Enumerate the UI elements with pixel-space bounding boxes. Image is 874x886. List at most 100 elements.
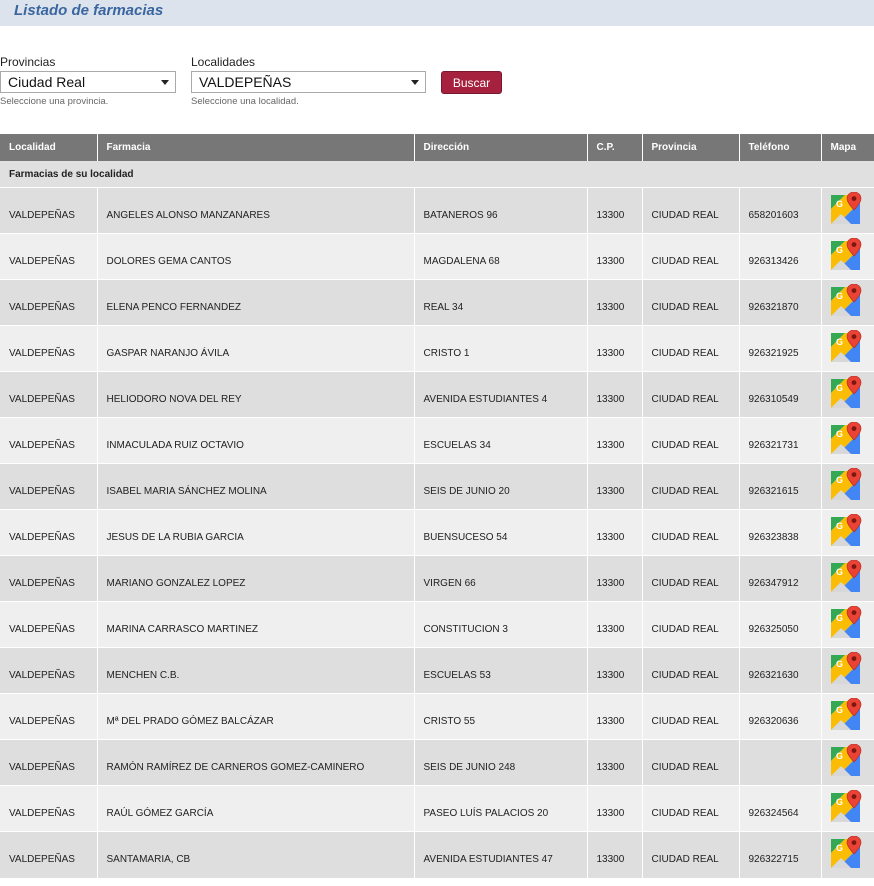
cell-cp: 13300: [586, 187, 642, 234]
cell-localidad: VALDEPEÑAS: [0, 739, 97, 786]
provincias-filter: Provincias Ciudad Real Seleccione una pr…: [0, 55, 176, 107]
cell-provincia: CIUDAD REAL: [641, 555, 739, 602]
table-row: VALDEPEÑAS MARIANO GONZALEZ LOPEZ VIRGEN…: [0, 555, 874, 602]
cell-direccion: VIRGEN 66: [413, 555, 587, 602]
google-maps-icon[interactable]: G: [830, 284, 863, 316]
cell-cp: 13300: [586, 693, 642, 740]
header-provincia: Provincia: [641, 134, 739, 161]
cell-provincia: CIUDAD REAL: [641, 785, 739, 832]
cell-localidad: VALDEPEÑAS: [0, 555, 97, 602]
cell-mapa: G: [820, 233, 874, 280]
google-maps-icon[interactable]: G: [830, 698, 863, 730]
cell-cp: 13300: [586, 371, 642, 418]
table-row: VALDEPEÑAS MARINA CARRASCO MARTINEZ CONS…: [0, 601, 874, 648]
cell-localidad: VALDEPEÑAS: [0, 371, 97, 418]
page-title: Listado de farmacias: [14, 2, 164, 19]
search-button[interactable]: Buscar: [441, 71, 502, 94]
header-direccion: Dirección: [413, 134, 587, 161]
google-maps-icon[interactable]: G: [830, 192, 863, 224]
cell-farmacia: INMACULADA RUIZ OCTAVIO: [96, 417, 414, 464]
table-row: VALDEPEÑAS SANTAMARIA, CB AVENIDA ESTUDI…: [0, 831, 874, 878]
svg-text:G: G: [836, 291, 843, 301]
header-telefono: Teléfono: [738, 134, 821, 161]
cell-cp: 13300: [586, 785, 642, 832]
cell-direccion: MAGDALENA 68: [413, 233, 587, 280]
google-maps-icon[interactable]: G: [830, 652, 863, 684]
cell-telefono: 926310549: [738, 371, 821, 418]
cell-localidad: VALDEPEÑAS: [0, 509, 97, 556]
cell-farmacia: MENCHEN C.B.: [96, 647, 414, 694]
provincias-selected-value: Ciudad Real: [8, 74, 86, 90]
google-maps-icon[interactable]: G: [830, 790, 863, 822]
cell-telefono: 926313426: [738, 233, 821, 280]
provincias-hint: Seleccione una provincia.: [0, 96, 109, 107]
cell-telefono: 926321925: [738, 325, 821, 372]
cell-mapa: G: [820, 279, 874, 326]
svg-text:G: G: [836, 613, 843, 623]
cell-mapa: G: [820, 601, 874, 648]
cell-cp: 13300: [586, 417, 642, 464]
title-bar: Listado de farmacias: [0, 0, 874, 26]
cell-provincia: CIUDAD REAL: [641, 647, 739, 694]
cell-farmacia: GASPAR NARANJO ÁVILA: [96, 325, 414, 372]
google-maps-icon[interactable]: G: [830, 422, 863, 454]
svg-text:G: G: [836, 705, 843, 715]
svg-text:G: G: [836, 659, 843, 669]
google-maps-icon[interactable]: G: [830, 560, 863, 592]
google-maps-icon[interactable]: G: [830, 238, 863, 270]
cell-cp: 13300: [586, 463, 642, 510]
google-maps-icon[interactable]: G: [830, 514, 863, 546]
svg-text:G: G: [836, 429, 843, 439]
google-maps-icon[interactable]: G: [830, 606, 863, 638]
cell-provincia: CIUDAD REAL: [641, 463, 739, 510]
cell-direccion: AVENIDA ESTUDIANTES 4: [413, 371, 587, 418]
cell-provincia: CIUDAD REAL: [641, 509, 739, 556]
cell-mapa: G: [820, 509, 874, 556]
cell-cp: 13300: [586, 233, 642, 280]
svg-text:G: G: [836, 245, 843, 255]
svg-text:G: G: [836, 797, 843, 807]
localidades-selected-value: VALDEPEÑAS: [199, 74, 292, 90]
cell-localidad: VALDEPEÑAS: [0, 647, 97, 694]
cell-provincia: CIUDAD REAL: [641, 279, 739, 326]
google-maps-icon[interactable]: G: [830, 468, 863, 500]
cell-cp: 13300: [586, 279, 642, 326]
cell-localidad: VALDEPEÑAS: [0, 417, 97, 464]
table-row: VALDEPEÑAS ISABEL MARIA SÁNCHEZ MOLINA S…: [0, 463, 874, 510]
table-row: VALDEPEÑAS ANGELES ALONSO MANZANARES BAT…: [0, 187, 874, 234]
cell-telefono: 926321731: [738, 417, 821, 464]
header-farmacia: Farmacia: [96, 134, 414, 161]
google-maps-icon[interactable]: G: [830, 376, 863, 408]
google-maps-icon[interactable]: G: [830, 744, 863, 776]
provincias-label: Provincias: [0, 55, 56, 69]
cell-cp: 13300: [586, 325, 642, 372]
cell-direccion: PASEO LUÍS PALACIOS 20: [413, 785, 587, 832]
svg-text:G: G: [836, 383, 843, 393]
cell-direccion: REAL 34: [413, 279, 587, 326]
table-row: VALDEPEÑAS HELIODORO NOVA DEL REY AVENID…: [0, 371, 874, 418]
localidades-select[interactable]: VALDEPEÑAS: [191, 71, 426, 93]
cell-farmacia: ANGELES ALONSO MANZANARES: [96, 187, 414, 234]
provincias-select[interactable]: Ciudad Real: [0, 71, 176, 93]
cell-telefono: 926321870: [738, 279, 821, 326]
cell-mapa: G: [820, 463, 874, 510]
cell-mapa: G: [820, 831, 874, 878]
google-maps-icon[interactable]: G: [830, 330, 863, 362]
header-mapa: Mapa: [820, 134, 874, 161]
chevron-down-icon: [161, 80, 169, 85]
cell-telefono: 926320636: [738, 693, 821, 740]
cell-farmacia: MARINA CARRASCO MARTINEZ: [96, 601, 414, 648]
table-row: VALDEPEÑAS RAMÓN RAMÍREZ DE CARNEROS GOM…: [0, 739, 874, 786]
cell-telefono: 926325050: [738, 601, 821, 648]
table-row: VALDEPEÑAS DOLORES GEMA CANTOS MAGDALENA…: [0, 233, 874, 280]
table-row: VALDEPEÑAS Mª DEL PRADO GÓMEZ BALCÁZAR C…: [0, 693, 874, 740]
cell-cp: 13300: [586, 509, 642, 556]
group-row: Farmacias de su localidad: [0, 161, 874, 188]
cell-cp: 13300: [586, 601, 642, 648]
cell-farmacia: RAÚL GÓMEZ GARCÍA: [96, 785, 414, 832]
cell-farmacia: MARIANO GONZALEZ LOPEZ: [96, 555, 414, 602]
google-maps-icon[interactable]: G: [830, 836, 863, 868]
cell-provincia: CIUDAD REAL: [641, 325, 739, 372]
cell-cp: 13300: [586, 555, 642, 602]
cell-telefono: [738, 739, 821, 786]
